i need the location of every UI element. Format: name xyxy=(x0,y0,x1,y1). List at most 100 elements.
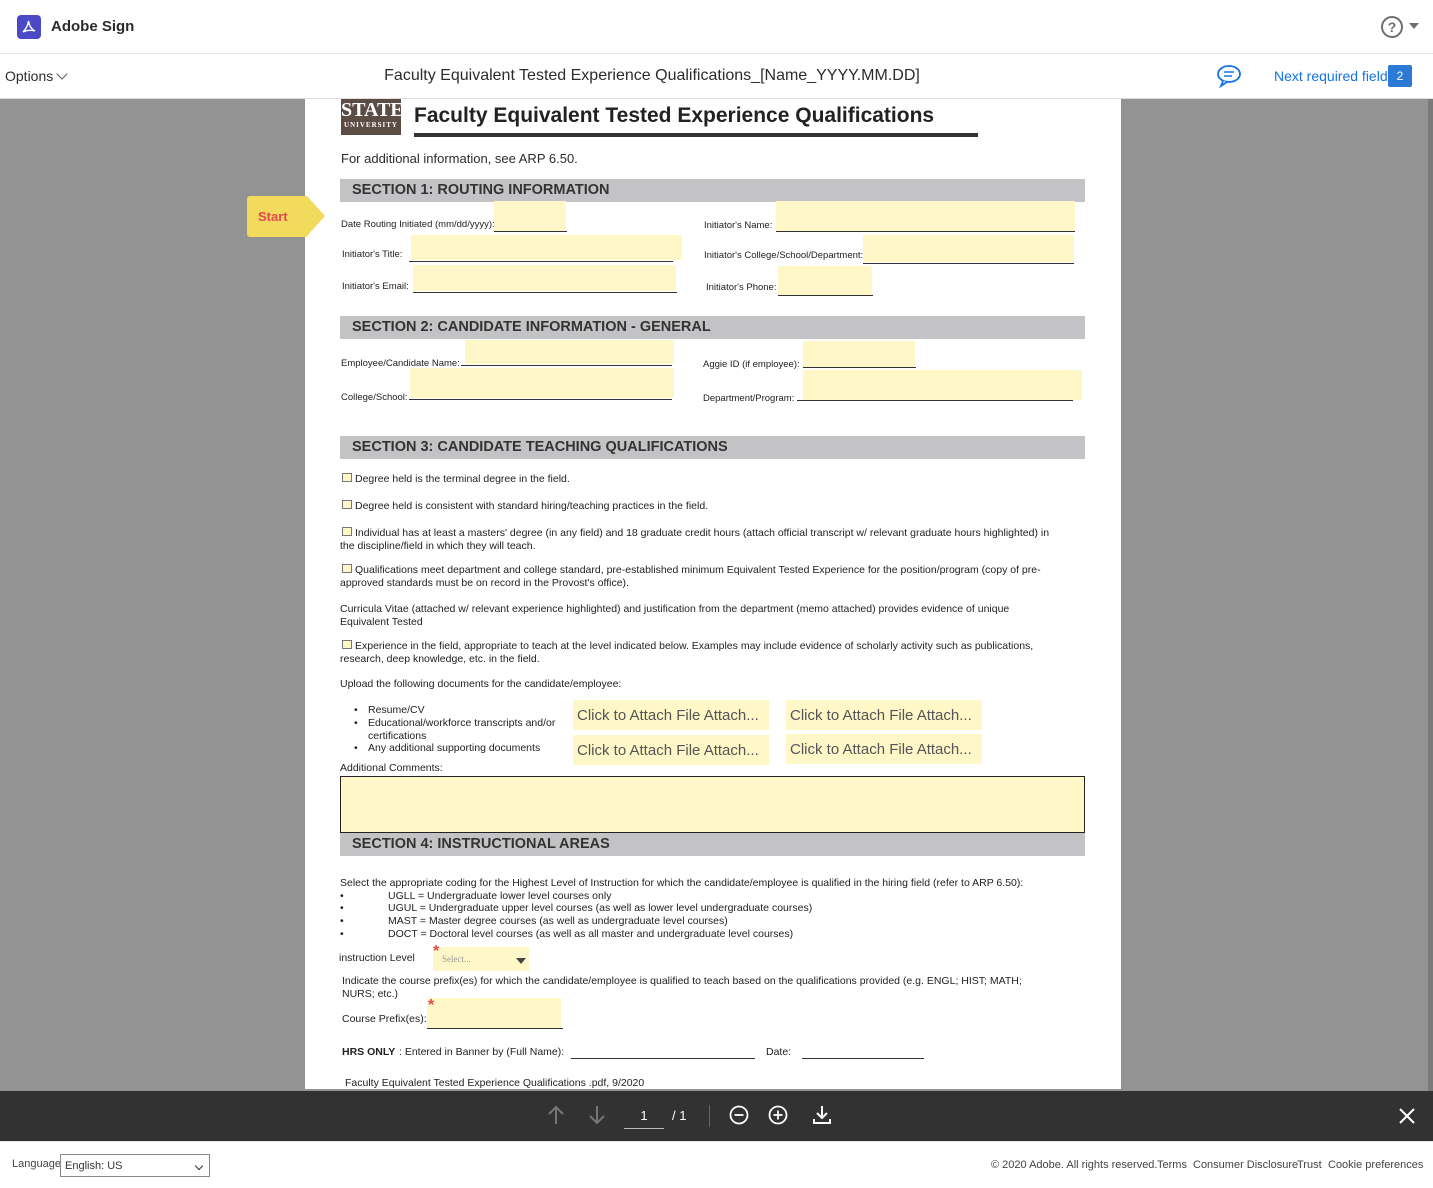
aggie-id-field[interactable] xyxy=(803,341,915,367)
instruction-level-label: instruction Level xyxy=(339,952,415,964)
date-routing-field[interactable] xyxy=(494,201,566,231)
section3-title: SECTION 3: CANDIDATE TEACHING QUALIFICAT… xyxy=(352,439,728,455)
top-bar: Adobe Sign ? xyxy=(0,0,1433,54)
code-bullet: • xyxy=(340,928,344,940)
consumer-disclosure-link[interactable]: Consumer Disclosure xyxy=(1193,1159,1298,1171)
college-underline xyxy=(409,399,672,400)
initiator-email-label: Initiator's Email: xyxy=(342,281,409,292)
scrollbar[interactable] xyxy=(1428,99,1433,1091)
trust-link[interactable]: Trust xyxy=(1297,1159,1322,1171)
department-field[interactable] xyxy=(803,370,1082,400)
code-bullet: • xyxy=(340,915,344,927)
viewer-toolbar: 1 / 1 xyxy=(0,1091,1433,1141)
doc-additional: Any additional supporting documents xyxy=(368,742,541,754)
course-prefix-field[interactable] xyxy=(427,998,561,1028)
initiator-phone-field[interactable] xyxy=(778,266,872,295)
close-icon[interactable] xyxy=(1398,1107,1416,1125)
initiator-college-field[interactable] xyxy=(863,235,1074,262)
instruction-level-select[interactable]: * Select... xyxy=(433,943,529,971)
toolbar-divider xyxy=(709,1105,710,1127)
section1-title: SECTION 1: ROUTING INFORMATION xyxy=(352,182,610,198)
department-underline xyxy=(797,400,1073,401)
language-select[interactable]: English: US xyxy=(60,1154,210,1177)
initiator-name-field[interactable] xyxy=(776,201,1075,231)
masters-degree-checkbox[interactable] xyxy=(342,527,352,536)
next-page-icon[interactable] xyxy=(587,1104,607,1126)
help-menu-caret-icon[interactable] xyxy=(1409,23,1419,29)
cv-evidence-text: Curricula Vitae (attached w/ relevant ex… xyxy=(340,603,1010,615)
attach-file-button[interactable]: Click to Attach File Attach... xyxy=(786,734,982,764)
document-header-bar: Options Faculty Equivalent Tested Experi… xyxy=(0,54,1433,99)
doc-bullet: • xyxy=(354,717,358,729)
initiator-title-label: Initiator's Title: xyxy=(342,249,403,260)
select-placeholder: Select... xyxy=(442,954,471,964)
additional-info-text: For additional information, see ARP 6.50… xyxy=(341,151,578,166)
candidate-name-underline xyxy=(461,365,672,366)
hrs-name-underline xyxy=(571,1058,755,1059)
hrs-date-label: Date: xyxy=(766,1046,792,1058)
previous-page-icon[interactable] xyxy=(546,1104,566,1126)
document-title: Faculty Equivalent Tested Experience Qua… xyxy=(384,67,920,84)
code-doct: DOCT = Doctoral level courses (as well a… xyxy=(388,928,794,940)
instruction-intro-text: Select the appropriate coding for the Hi… xyxy=(340,877,1024,889)
attach-file-button[interactable]: Click to Attach File Attach... xyxy=(573,700,769,730)
next-required-field-link[interactable]: Next required field xyxy=(1274,68,1388,84)
upload-intro-text: Upload the following documents for the c… xyxy=(340,678,622,690)
logo-text-state: STATE xyxy=(341,99,401,121)
initiator-email-underline xyxy=(413,292,677,293)
start-label: Start xyxy=(258,209,288,224)
initiator-college-underline xyxy=(863,263,1074,264)
course-prefix-intro-line2: NURS; etc.) xyxy=(342,988,399,1000)
college-label: College/School: xyxy=(341,392,408,403)
additional-comments-field[interactable] xyxy=(340,776,1085,833)
doc-bullet: • xyxy=(354,742,358,754)
field-experience-checkbox[interactable] xyxy=(342,640,352,649)
brand-name: Adobe Sign xyxy=(51,18,135,35)
page-number-input[interactable]: 1 xyxy=(624,1103,664,1129)
section2-header: SECTION 2: CANDIDATE INFORMATION - GENER… xyxy=(340,316,1085,339)
initiator-title-field[interactable] xyxy=(411,235,682,260)
college-field[interactable] xyxy=(410,368,674,398)
page-footer: Language English: US © 2020 Adobe. All r… xyxy=(0,1141,1433,1188)
terms-link[interactable]: Terms xyxy=(1157,1159,1187,1171)
initiator-name-underline xyxy=(776,231,1075,232)
attach-file-button[interactable]: Click to Attach File Attach... xyxy=(786,700,982,730)
required-field-count-badge[interactable]: 2 xyxy=(1388,65,1412,87)
dept-standard-text-line2: approved standards must be on record in … xyxy=(340,577,629,589)
comment-icon[interactable] xyxy=(1216,64,1242,88)
code-ugul: UGUL = Undergraduate upper level courses… xyxy=(388,902,813,914)
date-routing-label: Date Routing Initiated (mm/dd/yyyy): xyxy=(341,219,495,230)
course-prefix-intro: Indicate the course prefix(es) for which… xyxy=(342,975,1022,987)
logo-text-university: UNIVERSITY xyxy=(344,121,398,129)
required-marker: * xyxy=(433,943,440,960)
course-prefix-label: Course Prefix(es): xyxy=(342,1013,427,1025)
initiator-email-field[interactable] xyxy=(413,265,676,291)
pdf-page: STATE UNIVERSITY Faculty Equivalent Test… xyxy=(305,99,1121,1089)
cookie-preferences-link[interactable]: Cookie preferences xyxy=(1328,1159,1423,1171)
adobe-sign-logo-icon xyxy=(17,15,41,39)
candidate-name-field[interactable] xyxy=(465,340,674,364)
doc-resume: Resume/CV xyxy=(368,704,425,716)
dept-standard-checkbox[interactable] xyxy=(342,564,352,573)
code-bullet: • xyxy=(340,890,344,902)
copyright-text: © 2020 Adobe. All rights reserved. xyxy=(991,1159,1158,1171)
university-logo: STATE UNIVERSITY xyxy=(341,99,401,135)
attach-file-button[interactable]: Click to Attach File Attach... xyxy=(573,735,769,765)
standard-practice-checkbox[interactable] xyxy=(342,500,352,509)
department-label: Department/Program: xyxy=(703,393,795,404)
zoom-in-icon[interactable] xyxy=(767,1104,789,1126)
help-icon[interactable]: ? xyxy=(1381,16,1403,38)
start-tag[interactable]: Start xyxy=(247,196,325,237)
initiator-phone-label: Initiator's Phone: xyxy=(706,282,777,293)
code-mast: MAST = Master degree courses (as well as… xyxy=(388,915,728,927)
download-icon[interactable] xyxy=(812,1104,832,1126)
hrs-date-underline xyxy=(802,1058,924,1059)
field-experience-text: Experience in the field, appropriate to … xyxy=(355,640,1034,652)
app-root: Adobe Sign ? Options Faculty Equivalent … xyxy=(0,0,1433,1188)
cv-evidence-text-line2: Equivalent Tested xyxy=(340,616,423,628)
zoom-out-icon[interactable] xyxy=(728,1104,750,1126)
terminal-degree-checkbox[interactable] xyxy=(342,473,352,482)
dropdown-arrow-icon xyxy=(516,958,526,964)
section3-header: SECTION 3: CANDIDATE TEACHING QUALIFICAT… xyxy=(340,436,1085,459)
doc-transcripts: Educational/workforce transcripts and/or xyxy=(368,717,556,729)
